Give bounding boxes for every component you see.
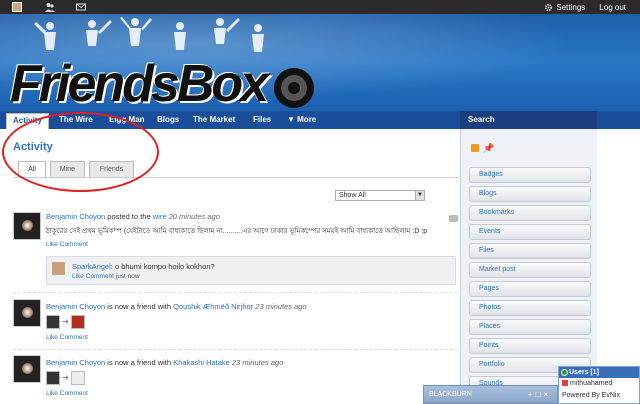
timestamp: 23 minutes ago (231, 358, 284, 367)
actor-link[interactable]: Benjamin Choyon (46, 302, 105, 311)
comment-text: : o bhumi kompo hoilo kokhon? (110, 262, 215, 271)
chat-user-row[interactable]: mithuahamed (559, 378, 639, 390)
chat-taskbar[interactable]: BLACKBURN +□× (423, 385, 558, 404)
activity-summary: Benjamin Choyon is now a friend with Kha… (46, 358, 284, 367)
filter-value: Show All (339, 192, 366, 199)
sidebar-item-events[interactable]: Events (469, 224, 591, 240)
comment-link[interactable]: Comment (60, 390, 88, 397)
sidebar-item-points[interactable]: Points (469, 338, 591, 354)
logo-wheel-graphic (274, 68, 314, 108)
activity-summary: Benjamin Choyon posted to the wire 20 mi… (46, 212, 220, 221)
taskbar-label: BLACKBURN (429, 391, 472, 398)
commenter-link[interactable]: SparkAngel (72, 262, 111, 271)
gear-icon (545, 3, 553, 11)
comment-time: just now (115, 273, 140, 280)
friend-thumbnail[interactable] (46, 315, 60, 329)
friends-icon[interactable] (45, 2, 55, 12)
actor-link[interactable]: Benjamin Choyon (46, 212, 105, 221)
annotation-circle (2, 112, 159, 192)
activity-item: Benjamin Choyon is now a friend with Qou… (13, 299, 458, 349)
sidebar-item-blogs[interactable]: Blogs (469, 186, 591, 202)
activity-filter-select[interactable]: Show All ▼ (335, 190, 425, 201)
post-text: ঠাকুরের সেই প্রথম ভূমিকম্প (যেইটাতে আমি … (46, 228, 428, 235)
top-bar: Settings Log out (0, 0, 640, 14)
item-divider (13, 292, 458, 293)
commenter-avatar[interactable] (51, 261, 66, 276)
chevron-down-icon: ▼ (415, 191, 424, 200)
actor-link[interactable]: Benjamin Choyon (46, 358, 105, 367)
timestamp: 23 minutes ago (255, 302, 307, 311)
target-link[interactable]: Khakashi Hatake (173, 358, 230, 367)
like-link[interactable]: Like (46, 334, 58, 341)
comment-block: SparkAngel: o bhumi kompo hoilo kokhon? … (46, 256, 456, 285)
comment-comment-link[interactable]: Comment (86, 273, 114, 280)
pin-icon[interactable]: 📌 (483, 143, 494, 154)
chat-header[interactable]: Users [1] (559, 367, 639, 378)
avatar[interactable] (13, 355, 41, 383)
chat-username: mithuahamed (569, 380, 613, 387)
activity-item: Benjamin Choyon is now a friend with Kha… (13, 355, 458, 404)
target-link[interactable]: wire (153, 212, 167, 221)
nav-tab-files[interactable]: Files (253, 111, 271, 129)
sidebar-item-places[interactable]: Places (469, 319, 591, 335)
avatar[interactable] (13, 299, 41, 327)
site-logo[interactable]: FriendsBox (10, 58, 269, 110)
sidebar-item-bookmarks[interactable]: Bookmarks (469, 205, 591, 221)
target-link[interactable]: Qoushik Æhmëð Nirjhor (173, 302, 253, 311)
search-bar[interactable]: Search (460, 111, 597, 129)
like-link[interactable]: Like (46, 390, 58, 397)
comment-like-link[interactable]: Like (72, 273, 84, 280)
friend-thumbnail[interactable] (71, 315, 86, 329)
comment-bubble-icon[interactable] (449, 215, 458, 222)
nav-tab-more[interactable]: ▼ More (287, 111, 316, 129)
settings-label: Settings (556, 2, 586, 12)
nav-tab-blogs[interactable]: Blogs (157, 111, 179, 129)
sidebar-item-badges[interactable]: Badges (469, 167, 591, 183)
sidebar-item-market-post[interactable]: Market post (469, 262, 591, 278)
site-header: FriendsBox (0, 14, 640, 111)
nav-tab-the-market[interactable]: The Market (193, 111, 235, 129)
chat-count: [1] (590, 369, 599, 376)
sidebar-item-pages[interactable]: Pages (469, 281, 591, 297)
taskbar-controls[interactable]: +□× (528, 390, 551, 399)
user-status-icon (562, 380, 568, 387)
item-divider (13, 349, 458, 350)
chat-title: Users (569, 369, 589, 376)
logout-link[interactable]: Log out (599, 3, 626, 12)
settings-link[interactable]: Settings (544, 3, 585, 12)
friend-thumbnail[interactable] (46, 371, 60, 385)
activity-summary: Benjamin Choyon is now a friend with Qou… (46, 302, 307, 311)
sidebar-item-photos[interactable]: Photos (469, 300, 591, 316)
users-chat-widget[interactable]: Users [1] mithuahamed Powered By EvNix (558, 366, 640, 404)
comment-link[interactable]: Comment (60, 241, 88, 248)
activity-item: Benjamin Choyon posted to the wire 20 mi… (13, 212, 458, 292)
comment-link[interactable]: Comment (60, 334, 88, 341)
online-status-icon (561, 369, 568, 376)
timestamp: 20 minutes ago (168, 212, 220, 221)
arrow-right-icon: ➜ (62, 317, 69, 327)
avatar[interactable] (13, 212, 41, 240)
friend-thumbnail[interactable] (71, 371, 86, 385)
rss-icon[interactable] (471, 144, 479, 152)
sidebar-item-files[interactable]: Files (469, 243, 591, 259)
profile-avatar-icon[interactable] (12, 2, 22, 12)
chat-powered-by: Powered By EvNix (562, 392, 620, 399)
arrow-right-icon: ➜ (62, 373, 69, 383)
messages-icon[interactable] (76, 2, 86, 12)
like-link[interactable]: Like (46, 241, 58, 248)
sidebar: 📌 Badges Blogs Bookmarks Events Files Ma… (460, 129, 597, 404)
